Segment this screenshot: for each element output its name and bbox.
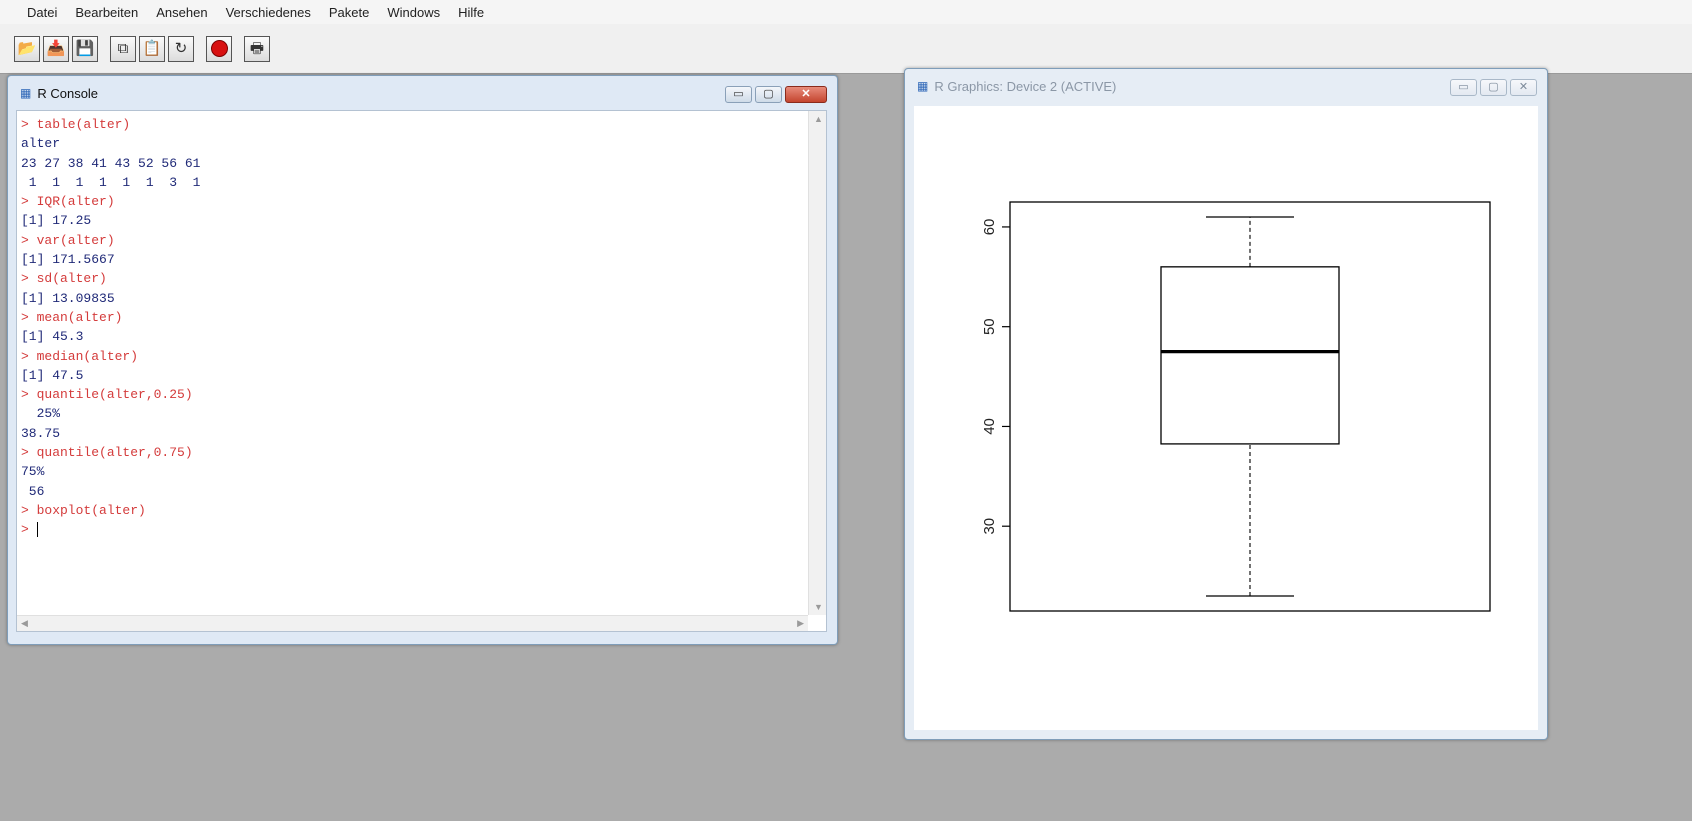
- copy-button[interactable]: ⧉: [110, 35, 136, 62]
- boxplot-chart: 30 40 50 60: [981, 201, 1491, 612]
- scroll-down-icon[interactable]: ▼: [814, 602, 823, 612]
- console-output-line: 1 1 1 1 1 1 3 1: [21, 174, 201, 190]
- console-pane[interactable]: > table(alter) alter 23 27 38 41 43 52 56 …: [16, 110, 827, 632]
- r-logo-icon: ▦: [20, 86, 32, 100]
- minimize-button[interactable]: ▭: [725, 86, 752, 103]
- console-output-line: [1] 45.3: [21, 329, 84, 345]
- console-command-line: > IQR(alter): [21, 194, 115, 210]
- console-output-line: [1] 17.25: [21, 213, 92, 229]
- r-logo-icon: ▦: [917, 79, 929, 93]
- menu-bearbeiten[interactable]: Bearbeiten: [66, 5, 147, 20]
- close-button[interactable]: ✕: [1510, 79, 1537, 96]
- console-titlebar[interactable]: ▦ R Console: [8, 76, 837, 110]
- y-tick-label: 60: [981, 219, 998, 236]
- open-script-button[interactable]: 📂: [14, 35, 40, 62]
- console-command-line: > var(alter): [21, 232, 115, 248]
- console-command-line: > quantile(alter,0.75): [21, 445, 193, 461]
- copy-paste-button[interactable]: ↻: [168, 35, 194, 62]
- y-tick-label: 40: [981, 418, 998, 435]
- graphics-window-controls: ▭ ▢ ✕: [1450, 79, 1537, 96]
- console-command-line: > sd(alter): [21, 271, 107, 287]
- scroll-up-icon[interactable]: ▲: [814, 114, 823, 124]
- stop-icon: [210, 40, 228, 57]
- load-workspace-button[interactable]: 📥: [43, 35, 69, 62]
- refresh-icon: ↻: [174, 40, 188, 57]
- console-output-line: [1] 171.5667: [21, 252, 115, 268]
- copy-icon: ⧉: [117, 40, 129, 57]
- interquartile-box: [1160, 266, 1340, 445]
- menu-pakete[interactable]: Pakete: [320, 5, 378, 20]
- menu-windows[interactable]: Windows: [378, 5, 449, 20]
- y-tick-label: 30: [981, 518, 998, 535]
- paste-icon: 📋: [142, 40, 162, 57]
- console-command-line: > table(alter): [21, 117, 131, 132]
- r-graphics-window: ▦ R Graphics: Device 2 (ACTIVE) ▭ ▢ ✕ 30…: [904, 68, 1548, 740]
- menu-datei[interactable]: Datei: [18, 5, 66, 20]
- print-icon: 🖶: [249, 40, 265, 57]
- console-command-line: > mean(alter): [21, 309, 123, 325]
- console-output-line: 38.75: [21, 425, 61, 441]
- save-workspace-button[interactable]: 💾: [72, 35, 98, 62]
- console-output-line: [1] 47.5: [21, 367, 84, 383]
- stop-button[interactable]: [206, 35, 232, 62]
- r-console-window: ▦ R Console ▭ ▢ ✕ > table(alter) alter 23 …: [7, 75, 838, 645]
- load-icon: 📥: [46, 40, 66, 57]
- save-icon: 💾: [75, 40, 95, 57]
- vertical-scrollbar[interactable]: ▲ ▼: [808, 111, 826, 615]
- maximize-button[interactable]: ▢: [1480, 79, 1507, 96]
- console-output-line: 23 27 38 41 43 52 56 61: [21, 155, 201, 171]
- scroll-left-icon[interactable]: ◀: [21, 618, 28, 629]
- console-output[interactable]: > table(alter) alter 23 27 38 41 43 52 56 …: [21, 115, 806, 613]
- graphics-pane: 30 40 50 60: [914, 106, 1538, 730]
- paste-button[interactable]: 📋: [139, 35, 165, 62]
- console-output-line: alter: [21, 136, 61, 152]
- toolbar: 📂 📥 💾 ⧉ 📋 ↻ 🖶: [0, 24, 1692, 74]
- horizontal-scrollbar[interactable]: ◀ ▶: [17, 615, 808, 631]
- menu-verschiedenes[interactable]: Verschiedenes: [217, 5, 320, 20]
- minimize-button[interactable]: ▭: [1450, 79, 1477, 96]
- scroll-right-icon[interactable]: ▶: [797, 618, 804, 629]
- console-output-line: 56: [21, 483, 45, 499]
- menu-bar: Datei Bearbeiten Ansehen Verschiedenes Paket…: [0, 0, 1692, 24]
- menu-ansehen[interactable]: Ansehen: [147, 5, 216, 20]
- console-title: R Console: [37, 85, 99, 101]
- maximize-button[interactable]: ▢: [755, 86, 782, 103]
- prompt-symbol: >: [21, 522, 37, 538]
- y-tick-label: 50: [981, 318, 998, 335]
- console-command-line: > quantile(alter,0.25): [21, 387, 193, 403]
- graphics-title: R Graphics: Device 2 (ACTIVE): [934, 78, 1117, 94]
- menu-hilfe[interactable]: Hilfe: [449, 5, 493, 20]
- console-output-line: 75%: [21, 464, 45, 480]
- console-prompt[interactable]: >: [21, 520, 806, 539]
- close-button[interactable]: ✕: [785, 86, 827, 103]
- print-button[interactable]: 🖶: [244, 35, 270, 62]
- console-command-line: > median(alter): [21, 348, 139, 364]
- folder-icon: 📂: [17, 40, 37, 57]
- console-output-line: 25%: [21, 406, 61, 422]
- console-output-line: [1] 13.09835: [21, 290, 115, 306]
- console-command-line: > boxplot(alter): [21, 502, 146, 518]
- console-window-controls: ▭ ▢ ✕: [725, 86, 827, 103]
- text-cursor: [36, 522, 38, 538]
